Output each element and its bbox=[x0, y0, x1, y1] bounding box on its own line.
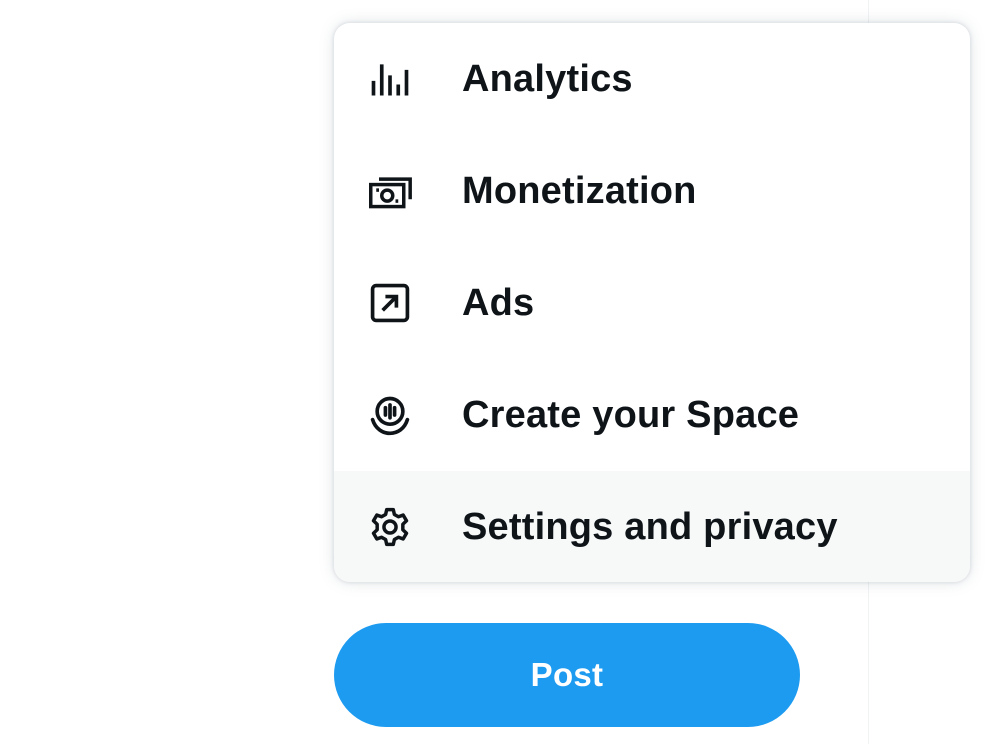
menu-item-label: Analytics bbox=[462, 57, 633, 100]
spaces-icon bbox=[368, 393, 412, 437]
monetization-icon bbox=[368, 169, 412, 213]
menu-item-label: Monetization bbox=[462, 169, 697, 212]
menu-item-monetization[interactable]: Monetization bbox=[334, 135, 970, 247]
menu-item-label: Settings and privacy bbox=[462, 505, 838, 548]
menu-item-ads[interactable]: Ads bbox=[334, 247, 970, 359]
analytics-icon bbox=[368, 57, 412, 101]
menu-item-analytics[interactable]: Analytics bbox=[334, 23, 970, 135]
more-menu-dropdown: Analytics Monetization Ads Create your S… bbox=[334, 23, 970, 582]
ads-icon bbox=[368, 281, 412, 325]
menu-item-create-space[interactable]: Create your Space bbox=[334, 359, 970, 471]
gear-icon bbox=[368, 505, 412, 549]
post-button-label: Post bbox=[530, 656, 604, 693]
post-button[interactable]: Post bbox=[334, 623, 800, 727]
menu-item-label: Ads bbox=[462, 281, 535, 324]
menu-item-settings-privacy[interactable]: Settings and privacy bbox=[334, 471, 970, 582]
page: Analytics Monetization Ads Create your S… bbox=[0, 0, 988, 744]
menu-item-label: Create your Space bbox=[462, 393, 800, 436]
